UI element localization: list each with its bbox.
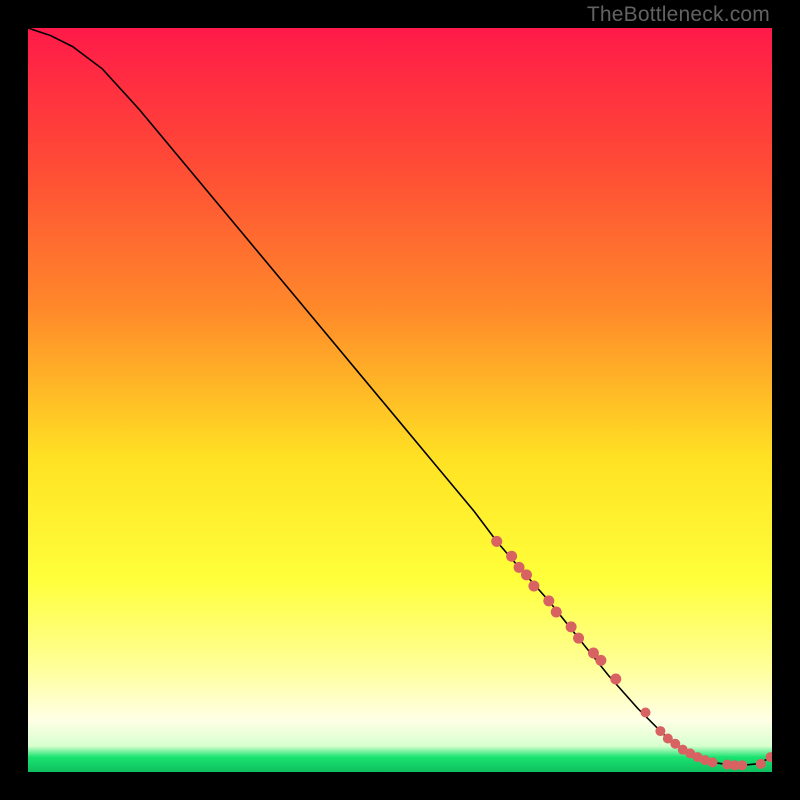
sample-dot xyxy=(491,536,502,547)
gradient-background xyxy=(28,28,772,772)
watermark-text: TheBottleneck.com xyxy=(587,3,770,27)
sample-dot xyxy=(528,581,539,592)
sample-dot xyxy=(521,569,532,580)
sample-dot xyxy=(641,707,651,717)
sample-dot xyxy=(707,757,717,767)
sample-dot xyxy=(566,621,577,632)
sample-dot xyxy=(543,595,554,606)
chart-plot-area xyxy=(28,28,772,772)
sample-dot xyxy=(506,551,517,562)
sample-dot xyxy=(595,655,606,666)
chart-frame xyxy=(28,28,772,772)
sample-dot xyxy=(737,760,747,770)
sample-dot xyxy=(573,633,584,644)
sample-dot xyxy=(610,674,621,685)
sample-dot xyxy=(756,759,766,769)
sample-dot xyxy=(655,726,665,736)
sample-dot xyxy=(551,607,562,618)
chart-svg xyxy=(28,28,772,772)
